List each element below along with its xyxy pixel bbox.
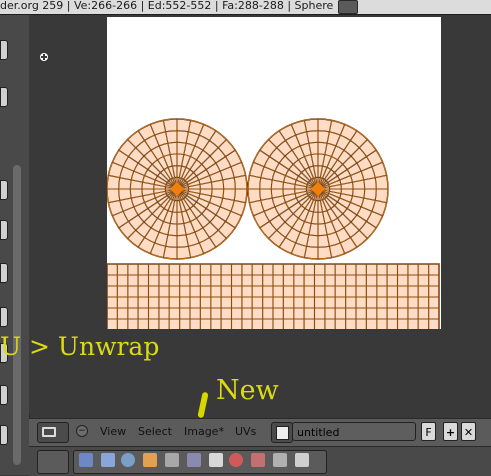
new-annotation: New [216, 375, 279, 406]
menu-uvs[interactable]: UVs [235, 425, 256, 438]
sidebar-tab-5[interactable] [0, 263, 8, 283]
unlink-image-button[interactable]: ✕ [461, 422, 476, 441]
menu-view[interactable]: View [100, 425, 126, 438]
uv-layout[interactable] [77, 17, 441, 331]
sidebar-tab-6[interactable] [0, 307, 8, 327]
scene-icon[interactable] [101, 453, 115, 467]
editor-type-icon[interactable] [37, 422, 69, 443]
sidebar-tab-2[interactable] [0, 87, 8, 107]
sidebar-scrollbar[interactable] [13, 165, 21, 465]
particles-icon[interactable] [273, 453, 287, 467]
sidebar-tab-8[interactable] [0, 385, 8, 405]
image-canvas[interactable] [77, 17, 441, 331]
view3d-header [29, 446, 491, 476]
sidebar-tab-3[interactable] [0, 180, 8, 200]
info-header: der.org 259 | Ve:266-266 | Ed:552-552 | … [0, 0, 491, 15]
sidebar-tab-4[interactable] [0, 220, 8, 240]
image-name-field[interactable]: untitled [292, 422, 416, 441]
texture-icon[interactable] [251, 453, 265, 467]
fake-user-button[interactable]: F [421, 422, 436, 441]
world-icon[interactable] [121, 453, 135, 467]
image-browse-icon[interactable] [271, 422, 293, 443]
material-icon[interactable] [229, 453, 243, 467]
sidebar-tab-9[interactable] [0, 425, 8, 445]
region-toggle-icon[interactable] [40, 53, 48, 61]
menu-image[interactable]: Image* [184, 425, 224, 438]
modifier-icon[interactable] [187, 453, 201, 467]
unwrap-annotation: U > Unwrap [0, 332, 160, 361]
maximize-icon[interactable] [338, 0, 358, 14]
uv-editor-header: − View Select Image* UVs untitled F + ✕ [29, 418, 491, 446]
left-sidebar [0, 15, 30, 475]
editor-type-3d-icon[interactable] [37, 450, 69, 474]
sidebar-tab-1[interactable] [0, 40, 8, 60]
object-icon[interactable] [143, 453, 157, 467]
data-icon[interactable] [209, 453, 223, 467]
physics-icon[interactable] [295, 453, 309, 467]
scene-stats: der.org 259 | Ve:266-266 | Ed:552-552 | … [0, 0, 334, 12]
constraints-icon[interactable] [165, 453, 179, 467]
collapse-menus-icon[interactable]: − [76, 425, 88, 437]
new-image-button[interactable]: + [443, 422, 458, 441]
camera-icon[interactable] [79, 453, 93, 467]
menu-select[interactable]: Select [138, 425, 172, 438]
